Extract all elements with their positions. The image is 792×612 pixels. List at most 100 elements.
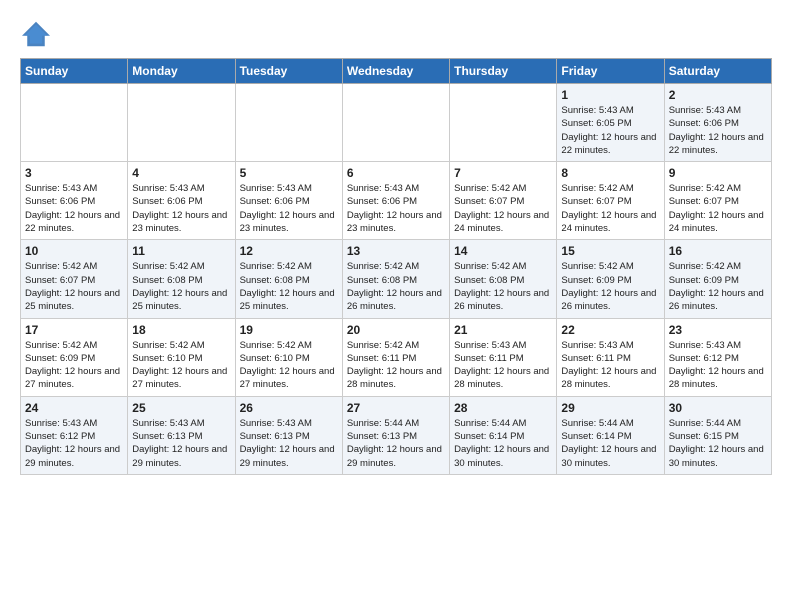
day-cell: [21, 84, 128, 162]
logo-icon: [20, 20, 52, 48]
day-number: 1: [561, 88, 659, 102]
day-number: 24: [25, 401, 123, 415]
day-number: 7: [454, 166, 552, 180]
day-number: 30: [669, 401, 767, 415]
day-cell: 2 Sunrise: 5:43 AM Sunset: 6:06 PM Daylig…: [664, 84, 771, 162]
week-row-2: 3 Sunrise: 5:43 AM Sunset: 6:06 PM Daylig…: [21, 162, 772, 240]
day-info: Sunrise: 5:43 AM Sunset: 6:12 PM Dayligh…: [669, 339, 767, 392]
day-cell: 17 Sunrise: 5:42 AM Sunset: 6:09 PM Dayli…: [21, 318, 128, 396]
day-number: 11: [132, 244, 230, 258]
day-info: Sunrise: 5:42 AM Sunset: 6:08 PM Dayligh…: [132, 260, 230, 313]
day-info: Sunrise: 5:43 AM Sunset: 6:12 PM Dayligh…: [25, 417, 123, 470]
header: [20, 20, 772, 48]
day-number: 16: [669, 244, 767, 258]
day-info: Sunrise: 5:42 AM Sunset: 6:09 PM Dayligh…: [669, 260, 767, 313]
day-cell: 9Sunrise: 5:42 AM Sunset: 6:07 PM Daylig…: [664, 162, 771, 240]
day-cell: 5 Sunrise: 5:43 AM Sunset: 6:06 PM Daylig…: [235, 162, 342, 240]
day-number: 8: [561, 166, 659, 180]
page: SundayMondayTuesdayWednesdayThursdayFrid…: [0, 0, 792, 490]
day-info: Sunrise: 5:43 AM Sunset: 6:06 PM Dayligh…: [240, 182, 338, 235]
calendar-table: SundayMondayTuesdayWednesdayThursdayFrid…: [20, 58, 772, 475]
day-cell: 19Sunrise: 5:42 AM Sunset: 6:10 PM Dayli…: [235, 318, 342, 396]
week-row-1: 1 Sunrise: 5:43 AM Sunset: 6:05 PM Daylig…: [21, 84, 772, 162]
header-cell-friday: Friday: [557, 59, 664, 84]
day-number: 26: [240, 401, 338, 415]
day-info: Sunrise: 5:44 AM Sunset: 6:15 PM Dayligh…: [669, 417, 767, 470]
day-number: 6: [347, 166, 445, 180]
day-number: 10: [25, 244, 123, 258]
day-number: 4: [132, 166, 230, 180]
day-number: 5: [240, 166, 338, 180]
day-cell: 27 Sunrise: 5:44 AM Sunset: 6:13 PM Dayli…: [342, 396, 449, 474]
header-row: SundayMondayTuesdayWednesdayThursdayFrid…: [21, 59, 772, 84]
day-cell: 7 Sunrise: 5:42 AM Sunset: 6:07 PM Daylig…: [450, 162, 557, 240]
day-cell: 3 Sunrise: 5:43 AM Sunset: 6:06 PM Daylig…: [21, 162, 128, 240]
day-cell: 14 Sunrise: 5:42 AM Sunset: 6:08 PM Dayli…: [450, 240, 557, 318]
day-info: Sunrise: 5:43 AM Sunset: 6:06 PM Dayligh…: [132, 182, 230, 235]
day-info: Sunrise: 5:43 AM Sunset: 6:06 PM Dayligh…: [669, 104, 767, 157]
day-number: 13: [347, 244, 445, 258]
day-cell: [342, 84, 449, 162]
day-info: Sunrise: 5:42 AM Sunset: 6:10 PM Dayligh…: [240, 339, 338, 392]
week-row-5: 24 Sunrise: 5:43 AM Sunset: 6:12 PM Dayli…: [21, 396, 772, 474]
day-cell: 1 Sunrise: 5:43 AM Sunset: 6:05 PM Daylig…: [557, 84, 664, 162]
day-cell: 16 Sunrise: 5:42 AM Sunset: 6:09 PM Dayli…: [664, 240, 771, 318]
day-cell: 13 Sunrise: 5:42 AM Sunset: 6:08 PM Dayli…: [342, 240, 449, 318]
week-row-3: 10 Sunrise: 5:42 AM Sunset: 6:07 PM Dayli…: [21, 240, 772, 318]
day-number: 22: [561, 323, 659, 337]
day-info: Sunrise: 5:42 AM Sunset: 6:07 PM Dayligh…: [25, 260, 123, 313]
day-cell: 24 Sunrise: 5:43 AM Sunset: 6:12 PM Dayli…: [21, 396, 128, 474]
day-cell: 21Sunrise: 5:43 AM Sunset: 6:11 PM Dayli…: [450, 318, 557, 396]
day-info: Sunrise: 5:42 AM Sunset: 6:08 PM Dayligh…: [347, 260, 445, 313]
day-cell: 10 Sunrise: 5:42 AM Sunset: 6:07 PM Dayli…: [21, 240, 128, 318]
day-cell: 26 Sunrise: 5:43 AM Sunset: 6:13 PM Dayli…: [235, 396, 342, 474]
day-info: Sunrise: 5:42 AM Sunset: 6:07 PM Dayligh…: [454, 182, 552, 235]
header-cell-wednesday: Wednesday: [342, 59, 449, 84]
day-number: 2: [669, 88, 767, 102]
day-number: 3: [25, 166, 123, 180]
day-cell: 6 Sunrise: 5:43 AM Sunset: 6:06 PM Daylig…: [342, 162, 449, 240]
day-info: Sunrise: 5:43 AM Sunset: 6:05 PM Dayligh…: [561, 104, 659, 157]
day-number: 28: [454, 401, 552, 415]
header-cell-sunday: Sunday: [21, 59, 128, 84]
day-number: 18: [132, 323, 230, 337]
day-number: 14: [454, 244, 552, 258]
day-info: Sunrise: 5:43 AM Sunset: 6:06 PM Dayligh…: [347, 182, 445, 235]
day-number: 15: [561, 244, 659, 258]
day-cell: 22 Sunrise: 5:43 AM Sunset: 6:11 PM Dayli…: [557, 318, 664, 396]
day-info: Sunrise: 5:42 AM Sunset: 6:11 PM Dayligh…: [347, 339, 445, 392]
day-info: Sunrise: 5:42 AM Sunset: 6:10 PM Dayligh…: [132, 339, 230, 392]
day-cell: 25 Sunrise: 5:43 AM Sunset: 6:13 PM Dayli…: [128, 396, 235, 474]
day-number: 17: [25, 323, 123, 337]
day-cell: 29Sunrise: 5:44 AM Sunset: 6:14 PM Dayli…: [557, 396, 664, 474]
day-cell: [235, 84, 342, 162]
day-cell: 28Sunrise: 5:44 AM Sunset: 6:14 PM Dayli…: [450, 396, 557, 474]
day-info: Sunrise: 5:43 AM Sunset: 6:11 PM Dayligh…: [561, 339, 659, 392]
day-info: Sunrise: 5:42 AM Sunset: 6:08 PM Dayligh…: [240, 260, 338, 313]
day-cell: 8Sunrise: 5:42 AM Sunset: 6:07 PM Daylig…: [557, 162, 664, 240]
day-info: Sunrise: 5:43 AM Sunset: 6:13 PM Dayligh…: [132, 417, 230, 470]
day-info: Sunrise: 5:42 AM Sunset: 6:08 PM Dayligh…: [454, 260, 552, 313]
day-cell: 20Sunrise: 5:42 AM Sunset: 6:11 PM Dayli…: [342, 318, 449, 396]
day-info: Sunrise: 5:42 AM Sunset: 6:09 PM Dayligh…: [561, 260, 659, 313]
week-row-4: 17 Sunrise: 5:42 AM Sunset: 6:09 PM Dayli…: [21, 318, 772, 396]
logo: [20, 20, 54, 48]
day-cell: 18 Sunrise: 5:42 AM Sunset: 6:10 PM Dayli…: [128, 318, 235, 396]
day-cell: 4 Sunrise: 5:43 AM Sunset: 6:06 PM Daylig…: [128, 162, 235, 240]
day-info: Sunrise: 5:43 AM Sunset: 6:06 PM Dayligh…: [25, 182, 123, 235]
day-info: Sunrise: 5:43 AM Sunset: 6:13 PM Dayligh…: [240, 417, 338, 470]
day-info: Sunrise: 5:42 AM Sunset: 6:07 PM Dayligh…: [669, 182, 767, 235]
day-number: 25: [132, 401, 230, 415]
header-cell-thursday: Thursday: [450, 59, 557, 84]
day-info: Sunrise: 5:44 AM Sunset: 6:13 PM Dayligh…: [347, 417, 445, 470]
day-info: Sunrise: 5:42 AM Sunset: 6:09 PM Dayligh…: [25, 339, 123, 392]
day-cell: 23 Sunrise: 5:43 AM Sunset: 6:12 PM Dayli…: [664, 318, 771, 396]
day-info: Sunrise: 5:43 AM Sunset: 6:11 PM Dayligh…: [454, 339, 552, 392]
day-cell: [128, 84, 235, 162]
day-info: Sunrise: 5:44 AM Sunset: 6:14 PM Dayligh…: [561, 417, 659, 470]
day-cell: 11 Sunrise: 5:42 AM Sunset: 6:08 PM Dayli…: [128, 240, 235, 318]
day-cell: 15 Sunrise: 5:42 AM Sunset: 6:09 PM Dayli…: [557, 240, 664, 318]
header-cell-tuesday: Tuesday: [235, 59, 342, 84]
day-number: 27: [347, 401, 445, 415]
day-number: 23: [669, 323, 767, 337]
